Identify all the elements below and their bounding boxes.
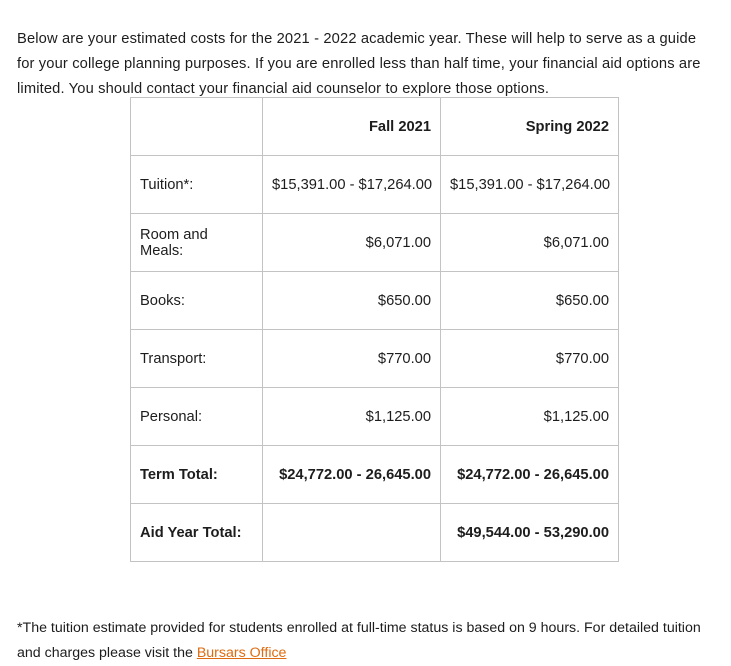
cell-fall-amount: $650.00 — [262, 271, 441, 330]
row-label: Transport: — [130, 329, 263, 388]
row-label: Personal: — [130, 387, 263, 446]
cell-spring-amount: $650.00 — [440, 271, 619, 330]
footnote: *The tuition estimate provided for stude… — [17, 616, 717, 666]
cell-spring-amount: $770.00 — [440, 329, 619, 388]
table-row: Tuition*: $15,391.00 - $17,264.00 $15,391.… — [130, 155, 619, 214]
cell-fall-amount: $24,772.00 - 26,645.00 — [262, 445, 441, 504]
cell-fall-amount: $1,125.00 — [262, 387, 441, 446]
row-label: Room and Meals: — [130, 213, 263, 272]
table-row: Personal: $1,125.00 $1,125.00 — [130, 387, 619, 446]
table-row: Books: $650.00 $650.00 — [130, 271, 619, 330]
table-row: Transport: $770.00 $770.00 — [130, 329, 619, 388]
table-row: Aid Year Total: $49,544.00 - 53,290.00 — [130, 503, 619, 562]
table-row: Term Total: $24,772.00 - 26,645.00 $24,772… — [130, 445, 619, 504]
intro-paragraph: Below are your estimated costs for the 2… — [17, 30, 701, 97]
column-header-fall: Fall 2021 — [262, 97, 441, 156]
table-body: Tuition*: $15,391.00 - $17,264.00 $15,391.… — [130, 155, 619, 562]
cost-table-container: Fall 2021 Spring 2022 Tuition*: $15,391.0… — [130, 97, 619, 562]
table-row: Room and Meals: $6,071.00 $6,071.00 — [130, 213, 619, 272]
cost-estimate-page: Below are your estimated costs for the 2… — [0, 0, 731, 666]
cell-fall-amount: $15,391.00 - $17,264.00 — [262, 155, 441, 214]
row-label: Books: — [130, 271, 263, 330]
cell-fall-amount: $770.00 — [262, 329, 441, 388]
table-header: Fall 2021 Spring 2022 — [130, 97, 619, 156]
cell-spring-amount: $49,544.00 - 53,290.00 — [440, 503, 619, 562]
cell-spring-amount: $15,391.00 - $17,264.00 — [440, 155, 619, 214]
row-label: Aid Year Total: — [130, 503, 263, 562]
cell-fall-amount — [262, 503, 441, 562]
footnote-text-before: *The tuition estimate provided for stude… — [17, 620, 701, 662]
row-label: Term Total: — [130, 445, 263, 504]
estimated-costs-table: Fall 2021 Spring 2022 Tuition*: $15,391.0… — [130, 97, 619, 562]
table-header-row: Fall 2021 Spring 2022 — [130, 97, 619, 156]
column-header-spring: Spring 2022 — [440, 97, 619, 156]
cell-spring-amount: $24,772.00 - 26,645.00 — [440, 445, 619, 504]
cell-fall-amount: $6,071.00 — [262, 213, 441, 272]
bursars-office-link[interactable]: Bursars Office — [197, 645, 287, 661]
cell-spring-amount: $1,125.00 — [440, 387, 619, 446]
cell-spring-amount: $6,071.00 — [440, 213, 619, 272]
table-corner-cell — [130, 97, 263, 156]
row-label: Tuition*: — [130, 155, 263, 214]
